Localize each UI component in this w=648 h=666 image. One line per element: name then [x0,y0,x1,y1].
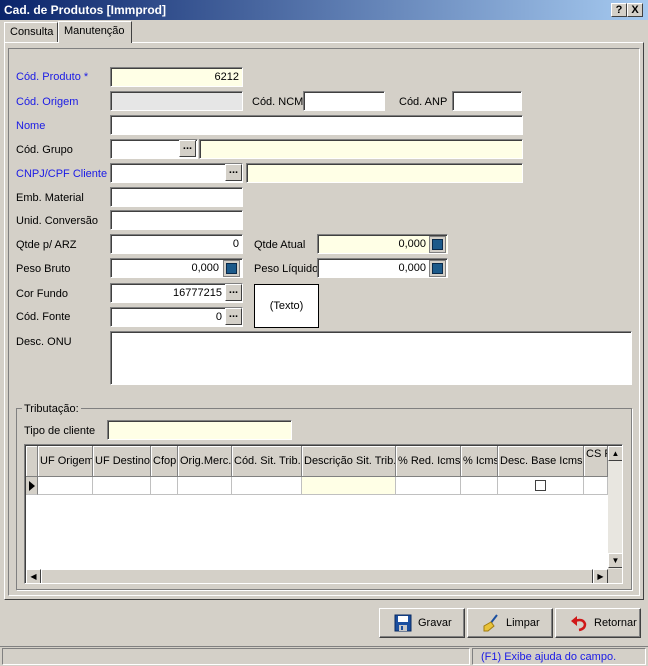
emb-material-input[interactable] [110,187,243,207]
qtde-arz-label: Qtde p/ ARZ [16,239,77,251]
cell-uf-destino[interactable] [93,477,151,495]
qtde-atual-calculator-icon[interactable] [429,236,446,253]
cod-produto-label: Cód. Produto * [16,71,89,83]
col-header-uf-origem[interactable]: UF Origem [38,446,93,477]
cor-fundo-picker-button[interactable]: ... [225,284,242,301]
cod-anp-input[interactable] [452,91,522,111]
gravar-button[interactable]: Gravar [379,608,465,638]
cod-grupo-description [199,139,523,159]
window-title: Cad. de Produtos [Immprod] [4,3,166,17]
scroll-up-icon[interactable]: ▲ [608,446,622,461]
save-disk-icon [394,614,412,632]
peso-bruto-calculator-icon[interactable] [223,260,240,277]
peso-bruto-label: Peso Bruto [16,263,71,275]
window-titlebar: Cad. de Produtos [Immprod] [0,0,648,20]
tipo-cliente-input[interactable] [107,420,292,440]
col-header-desc-base-icms[interactable]: Desc. Base Icms [498,446,584,477]
col-header-orig-merc[interactable]: Orig.Merc. [178,446,232,477]
gravar-button-label: Gravar [418,617,452,629]
cor-fundo-input[interactable]: 16777215 [110,283,243,303]
cnpj-cliente-label: CNPJ/CPF Cliente [16,168,108,180]
cnpj-cliente-input[interactable] [110,163,243,183]
cell-icms[interactable] [461,477,498,495]
col-header-icms[interactable]: % Icms [461,446,498,477]
grid-indicator-header [26,446,38,477]
unid-conversao-input[interactable] [110,210,243,230]
peso-liquido-calculator-icon[interactable] [429,260,446,277]
desc-onu-label: Desc. ONU [16,336,72,348]
cnpj-cliente-description [246,163,523,183]
cod-ncm-label: Cód. NCM [252,96,304,108]
emb-material-label: Emb. Material [16,192,84,204]
undo-arrow-icon [571,616,587,632]
cod-anp-label: Cód. ANP [399,96,448,108]
desc-onu-textarea[interactable] [110,331,632,385]
cell-red-icms[interactable] [396,477,461,495]
tributacao-grid[interactable]: UF Origem UF Destino Cfop Orig.Merc. Cód… [24,444,623,584]
tipo-cliente-label: Tipo de cliente [24,425,96,437]
cnpj-cliente-lookup-button[interactable]: ... [225,164,242,181]
cell-uf-origem[interactable] [38,477,93,495]
cod-fonte-input[interactable]: 0 [110,307,243,327]
cod-fonte-picker-button[interactable]: ... [225,308,242,325]
grid-vertical-scrollbar[interactable] [608,446,622,569]
cod-origem-input [110,91,243,111]
cell-cfop[interactable] [151,477,178,495]
cell-cs-pi[interactable] [584,477,608,495]
row-indicator [26,477,38,495]
tributacao-group-label: Tributação: [22,402,81,416]
qtde-atual-label: Qtde Atual [254,239,306,251]
font-preview-box[interactable]: (Texto) [254,284,319,328]
cod-origem-label: Cód. Origem [16,96,79,108]
desc-base-icms-checkbox[interactable] [535,480,546,491]
nome-label: Nome [16,120,46,132]
col-header-cs-pi[interactable]: CS Pi [584,446,608,477]
scroll-right-icon[interactable]: ▶ [593,569,608,583]
cell-desc-base-icms[interactable] [498,477,584,495]
retornar-button-label: Retornar [594,617,637,629]
cod-fonte-label: Cód. Fonte [16,311,71,323]
col-header-uf-destino[interactable]: UF Destino [93,446,151,477]
limpar-button[interactable]: Limpar [467,608,553,638]
broom-icon [483,614,498,632]
cell-orig-merc[interactable] [178,477,232,495]
cell-cod-sit-trib[interactable] [232,477,302,495]
tab-consulta[interactable]: Consulta [4,22,58,42]
cell-descricao-sit-trib [302,477,396,495]
cor-fundo-label: Cor Fundo [16,288,68,300]
horizontal-scroll-thumb[interactable] [41,569,593,583]
status-help-text: (F1) Exibe ajuda do campo. [472,648,646,665]
cod-ncm-input[interactable] [303,91,385,111]
cod-grupo-lookup-button[interactable]: ... [179,140,196,157]
unid-conversao-label: Unid. Conversão [16,215,98,227]
col-header-red-icms[interactable]: % Red. Icms [396,446,461,477]
tab-manutencao[interactable]: Manutenção [58,21,132,43]
help-button[interactable]: ? [611,3,627,17]
retornar-button[interactable]: Retornar [555,608,641,638]
cod-grupo-label: Cód. Grupo [16,144,73,156]
limpar-button-label: Limpar [506,617,540,629]
close-button[interactable]: X [627,3,643,17]
col-header-cfop[interactable]: Cfop [151,446,178,477]
scrollbar-corner [608,569,622,583]
cod-produto-input[interactable]: 6212 [110,67,243,87]
qtde-arz-input[interactable]: 0 [110,234,243,254]
peso-liquido-label: Peso Líquido [254,263,317,275]
status-panel-left [2,648,470,665]
row-pointer-icon [29,481,35,491]
col-header-cod-sit-trib[interactable]: Cód. Sit. Trib. [232,446,302,477]
scroll-down-icon[interactable]: ▼ [608,553,622,568]
nome-input[interactable] [110,115,523,135]
col-header-descricao-sit-trib[interactable]: Descrição Sit. Trib. [302,446,396,477]
scroll-left-icon[interactable]: ◀ [26,569,41,583]
